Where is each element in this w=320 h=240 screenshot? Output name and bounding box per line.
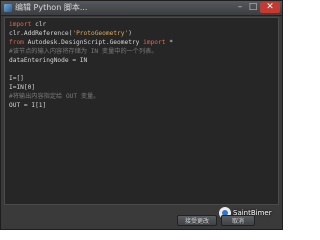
code-token: clr.AddReference(	[9, 30, 73, 37]
code-token: #将输出内容指定给 OUT 变量。	[9, 93, 100, 100]
code-token: dataEnteringNode = IN	[9, 57, 88, 64]
code-token: 'ProtoGeometry'	[72, 30, 129, 37]
code-line-3: from Autodesk.DesignScript.Geometry impo…	[9, 38, 173, 47]
code-line-5: dataEnteringNode = IN	[9, 56, 87, 65]
code-line-7: I=[]	[9, 74, 24, 83]
code-line-10: OUT = I[1]	[9, 101, 46, 110]
code-line-1: import clr	[9, 20, 46, 29]
code-token: clr	[31, 21, 47, 28]
close-icon[interactable]: ✕	[260, 2, 280, 13]
code-token: from	[9, 39, 24, 46]
app-icon	[4, 4, 12, 12]
code-line-4: #该节点的输入内容将存储为 IN 变量中的一个列表。	[9, 47, 158, 56]
code-token: import	[143, 39, 166, 46]
code-token: )	[128, 30, 132, 37]
code-token: OUT = I[1]	[9, 102, 47, 109]
code-line-9: #将输出内容指定给 OUT 变量。	[9, 92, 99, 101]
code-token: *	[165, 39, 173, 46]
code-editor[interactable]: import clr clr.AddReference('ProtoGeomet…	[4, 17, 279, 205]
cancel-button[interactable]: 取消	[221, 215, 255, 226]
code-token: I=[]	[9, 75, 24, 82]
accept-changes-button[interactable]: 接受更改	[177, 215, 217, 226]
title-bar[interactable]: 编辑 Python 脚本... – □ ✕	[1, 1, 282, 16]
code-line-8: I=IN[0]	[9, 83, 35, 92]
maximize-icon[interactable]: □	[247, 2, 259, 13]
code-line-2: clr.AddReference('ProtoGeometry')	[9, 29, 132, 38]
code-token: Autodesk.DesignScript.Geometry	[23, 39, 144, 46]
code-token: #该节点的输入内容将存储为 IN 变量中的一个列表。	[9, 48, 158, 55]
footer-bar: SaintBimer 接受更改 取消	[1, 205, 282, 229]
python-script-editor-window: 编辑 Python 脚本... – □ ✕ import clr clr.Add…	[0, 0, 283, 230]
code-token: I=IN[0]	[9, 84, 36, 91]
minimize-icon[interactable]: –	[234, 2, 246, 13]
window-title: 编辑 Python 脚本...	[15, 3, 88, 12]
code-token: import	[9, 21, 32, 28]
